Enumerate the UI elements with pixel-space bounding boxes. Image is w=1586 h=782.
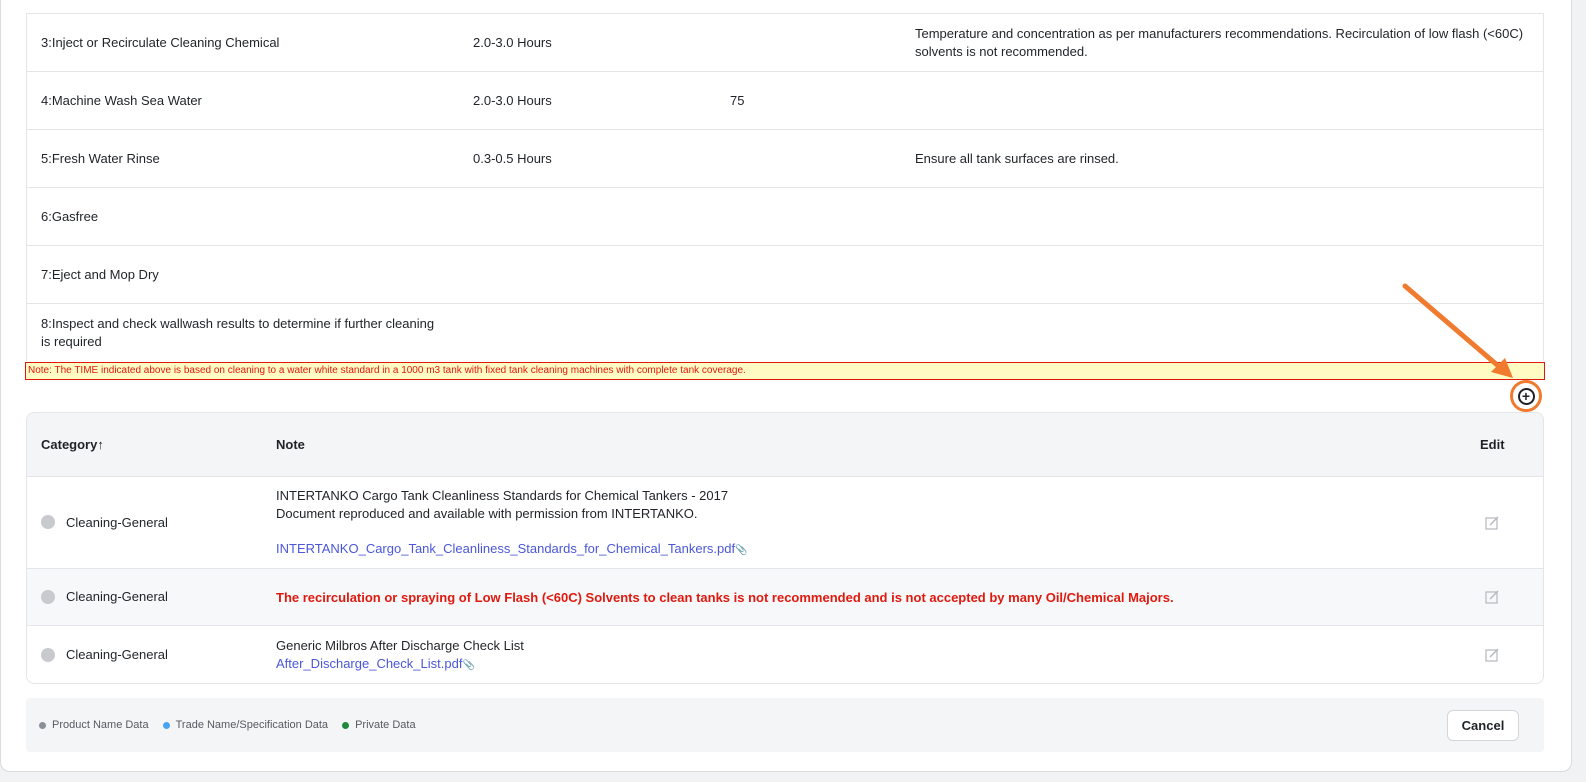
edit-icon[interactable] [1485, 590, 1499, 604]
step-name: 5:Fresh Water Rinse [41, 150, 160, 166]
step-name: 7:Eject and Mop Dry [41, 266, 159, 282]
step-time: 2.0-3.0 Hours [473, 93, 552, 108]
status-dot [41, 648, 55, 662]
edit-icon[interactable] [1485, 648, 1499, 662]
column-header-category[interactable]: Category↑ [41, 437, 104, 452]
note-line: Document reproduced and available with p… [276, 506, 698, 521]
legend-dot [342, 721, 350, 729]
table-row: Cleaning-General INTERTANKO Cargo Tank C… [27, 477, 1543, 569]
table-row: Cleaning-General Generic Milbros After D… [27, 626, 1543, 683]
note-cell: INTERTANKO Cargo Tank Cleanliness Standa… [276, 487, 748, 560]
plus-circle-icon: + [1517, 387, 1535, 405]
step-name: 3:Inject or Recirculate Cleaning Chemica… [41, 34, 280, 50]
note-warning: The recirculation or spraying of Low Fla… [276, 590, 1174, 605]
step-row: 5:Fresh Water Rinse 0.3-0.5 Hours Ensure… [27, 129, 1543, 187]
attachment-link[interactable]: After_Discharge_Check_List.pdf [276, 656, 462, 671]
category-cell: Cleaning-General [66, 589, 168, 604]
note-cell: Generic Milbros After Discharge Check Li… [276, 637, 524, 675]
step-time: 2.0-3.0 Hours [473, 35, 552, 50]
step-name: 4:Machine Wash Sea Water [41, 92, 202, 108]
add-note-button[interactable]: + [1510, 380, 1542, 412]
cancel-button[interactable]: Cancel [1447, 710, 1519, 741]
legend-label: Trade Name/Specification Data [175, 719, 329, 731]
category-cell: Cleaning-General [66, 515, 168, 530]
attachment-link[interactable]: INTERTANKO_Cargo_Tank_Cleanliness_Standa… [276, 541, 735, 556]
column-header-note: Note [276, 437, 305, 452]
legend-dot [39, 721, 46, 729]
step-row: 6:Gasfree [27, 187, 1543, 245]
legend-item: Trade Name/Specification Data [162, 719, 329, 731]
legend-item: Product Name Data [39, 719, 149, 731]
time-note-banner: Note: The TIME indicated above is based … [25, 362, 1545, 380]
data-legend: Product Name Data Trade Name/Specificati… [39, 719, 416, 731]
status-dot [41, 590, 55, 604]
note-line: INTERTANKO Cargo Tank Cleanliness Standa… [276, 488, 729, 503]
step-temp: 75 [730, 93, 745, 108]
step-row: 4:Machine Wash Sea Water 2.0-3.0 Hours 7… [27, 71, 1543, 129]
note-line: Generic Milbros After Discharge Check Li… [276, 638, 524, 653]
edit-icon[interactable] [1485, 516, 1499, 530]
paperclip-icon: 📎 [462, 660, 475, 671]
step-row: 7:Eject and Mop Dry [27, 245, 1543, 303]
step-row: 3:Inject or Recirculate Cleaning Chemica… [27, 13, 1543, 71]
step-time: 0.3-0.5 Hours [473, 151, 552, 166]
legend-label: Private Data [355, 719, 416, 731]
annotation-arrow [1402, 283, 1513, 378]
column-header-edit: Edit [1480, 437, 1505, 452]
legend-dot [162, 721, 170, 729]
notes-table: Category↑ Note Edit Cleaning-General INT… [26, 412, 1544, 684]
category-cell: Cleaning-General [66, 647, 168, 662]
legend-label: Product Name Data [52, 719, 149, 731]
step-remarks: Ensure all tank surfaces are rinsed. [915, 150, 1119, 166]
cleaning-steps-table: 3:Inject or Recirculate Cleaning Chemica… [26, 13, 1544, 361]
step-remarks: Temperature and concentration as per man… [915, 25, 1524, 59]
step-name: 8:Inspect and check wallwash results to … [41, 315, 435, 349]
paperclip-icon: 📎 [735, 545, 748, 556]
legend-item: Private Data [342, 719, 416, 731]
step-name: 6:Gasfree [41, 208, 99, 224]
notes-table-header: Category↑ Note Edit [27, 413, 1543, 477]
table-row: Cleaning-General The recirculation or sp… [27, 569, 1543, 626]
status-dot [41, 515, 55, 529]
step-row: 8:Inspect and check wallwash results to … [27, 303, 1543, 361]
dialog-footer: Product Name Data Trade Name/Specificati… [26, 698, 1544, 752]
